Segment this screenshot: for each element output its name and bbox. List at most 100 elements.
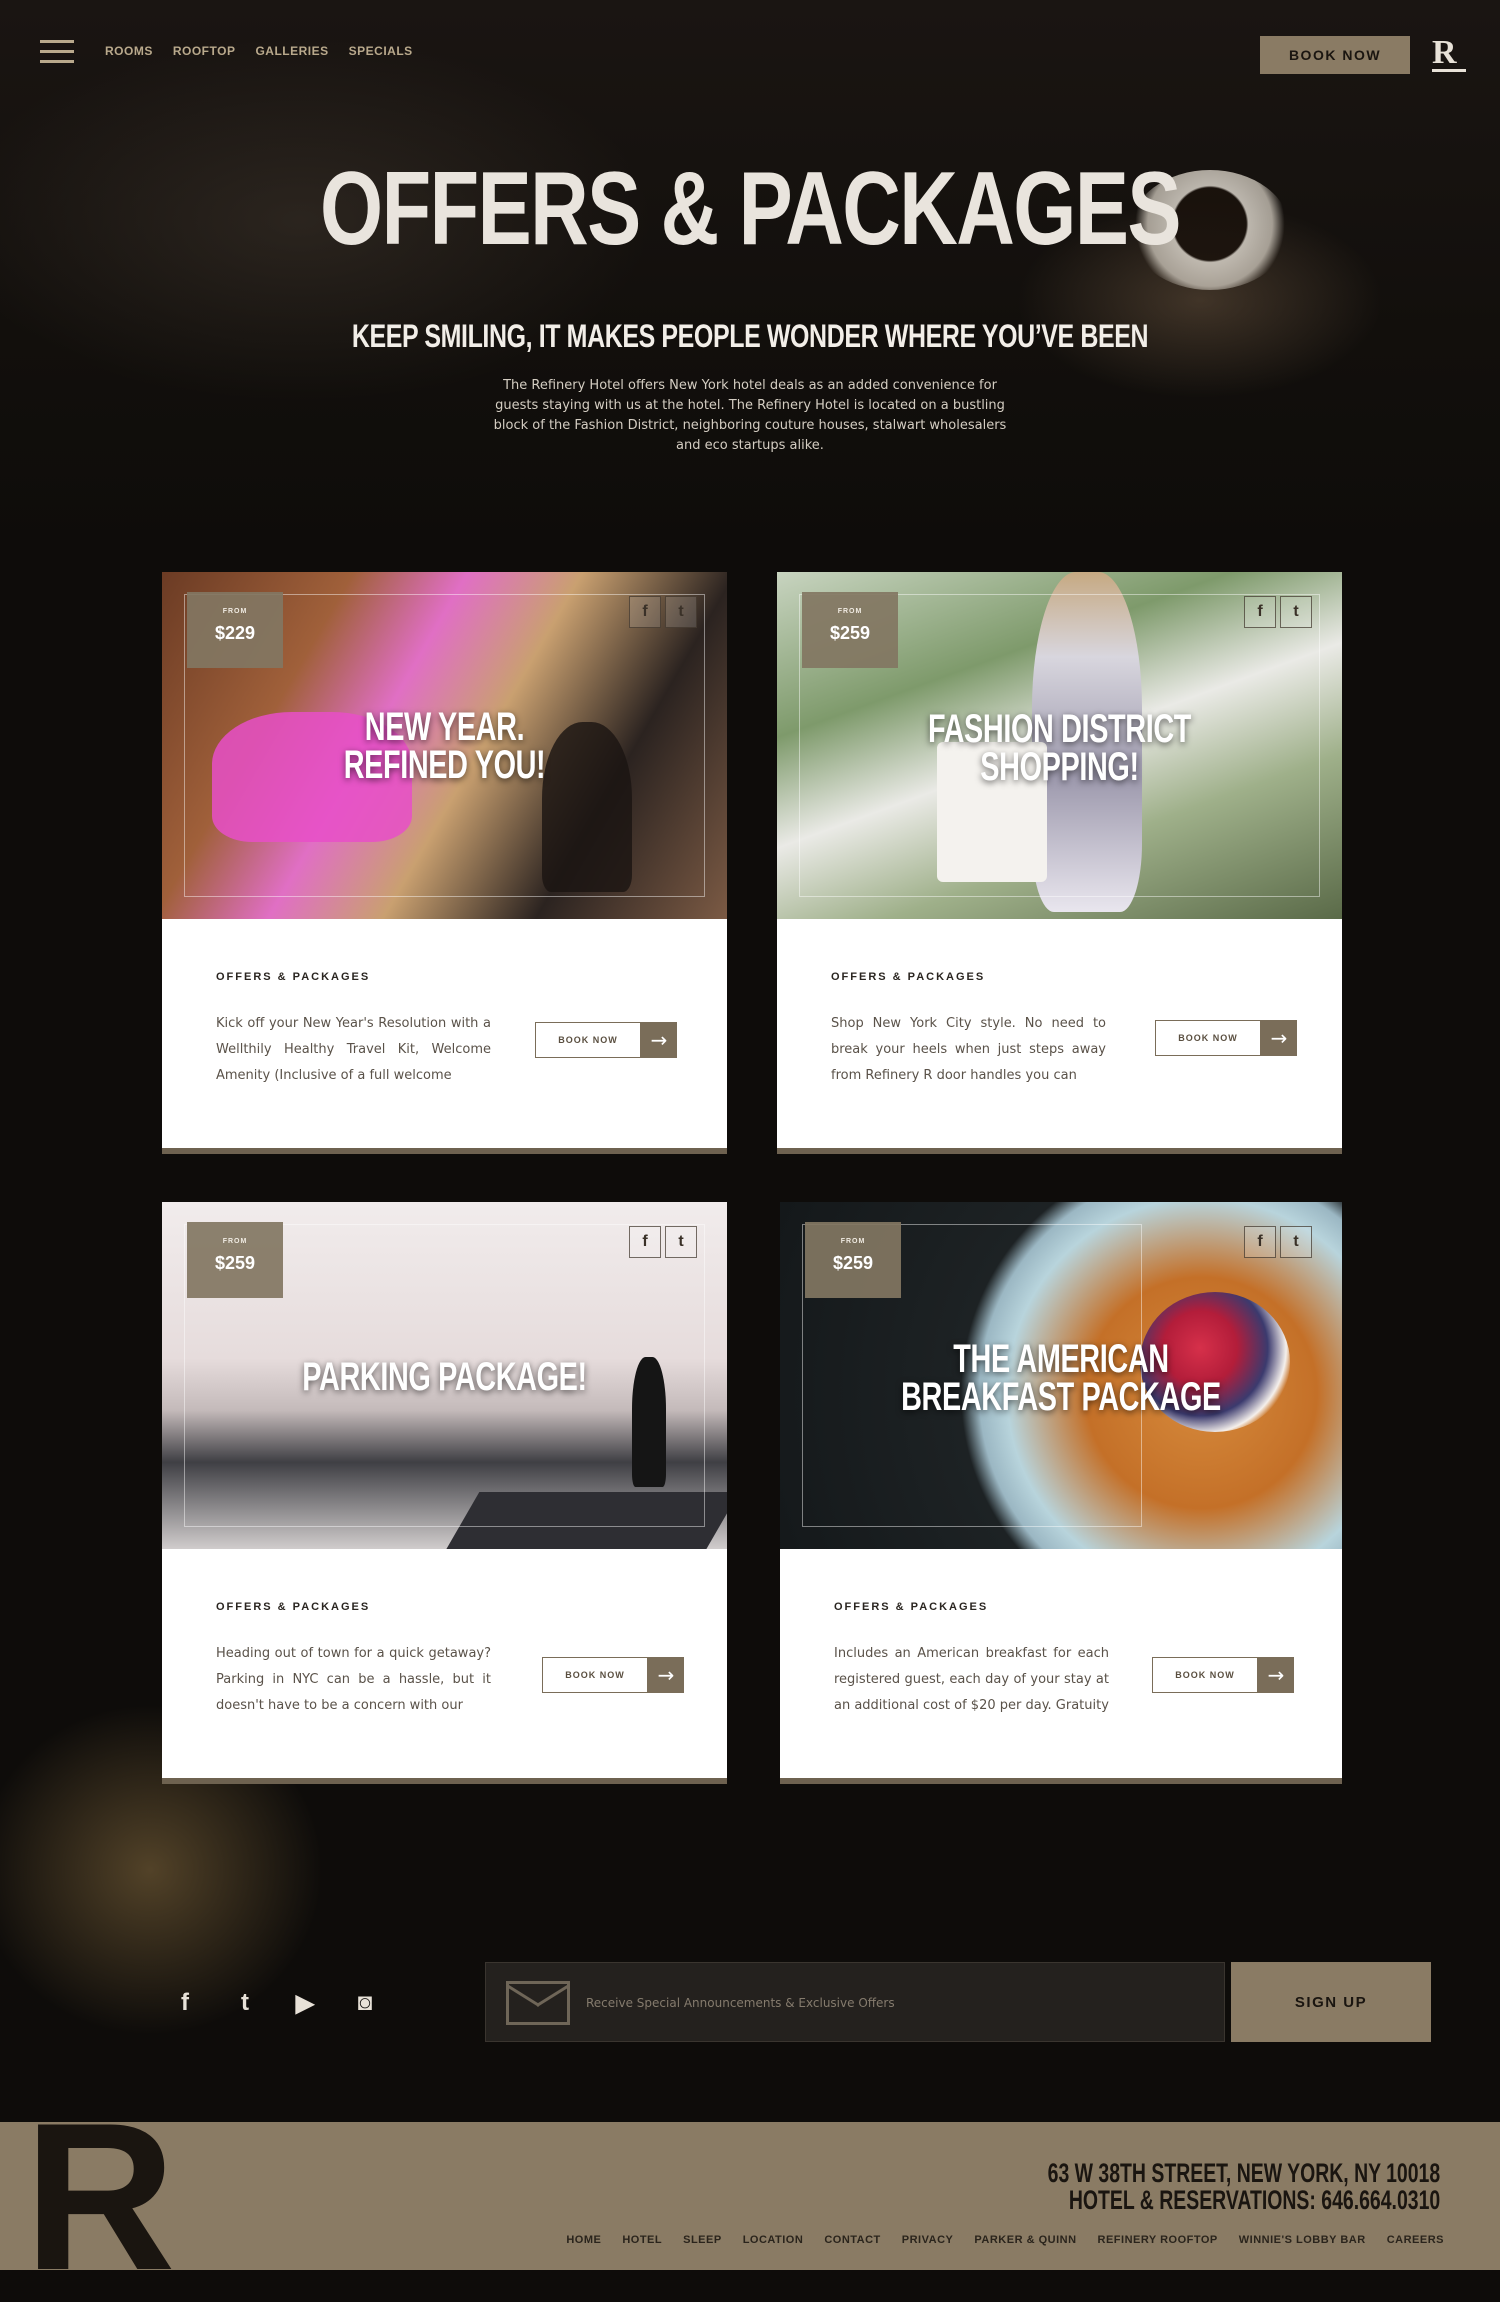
offer-title-line2: REFINED YOU!	[343, 743, 546, 787]
offer-title: NEW YEAR. REFINED YOU!	[241, 705, 648, 787]
twitter-icon[interactable]: t	[665, 596, 697, 628]
bottom-strip	[0, 2270, 1500, 2302]
facebook-icon[interactable]: f	[170, 1988, 200, 2018]
twitter-icon[interactable]: t	[665, 1226, 697, 1258]
price-badge: FROM $259	[187, 1222, 283, 1298]
twitter-icon[interactable]: t	[1280, 596, 1312, 628]
signup-button[interactable]: SIGN UP	[1231, 1962, 1431, 2042]
offer-card-fashion: FROM $259 f t FASHION DISTRICT SHOPPING!…	[777, 572, 1342, 1154]
offer-label: OFFERS & PACKAGES	[831, 971, 986, 983]
offer-body: OFFERS & PACKAGES Kick off your New Year…	[162, 919, 727, 1148]
footer-nav-careers[interactable]: CAREERS	[1387, 2234, 1444, 2246]
footer-nav-sleep[interactable]: SLEEP	[683, 2234, 722, 2246]
page-title: OFFERS & PACKAGES	[320, 151, 1181, 267]
offer-label: OFFERS & PACKAGES	[216, 1601, 371, 1613]
footer-nav-privacy[interactable]: PRIVACY	[902, 2234, 954, 2246]
price-from-label: FROM	[840, 1238, 866, 1245]
offer-book-label: BOOK NOW	[542, 1657, 648, 1693]
share-icons: f t	[629, 596, 697, 628]
facebook-icon[interactable]: f	[1244, 596, 1276, 628]
footer-nav-winnies-lobby-bar[interactable]: WINNIE'S LOBBY BAR	[1239, 2234, 1366, 2246]
top-nav: ROOMS ROOFTOP GALLERIES SPECIALS	[105, 44, 413, 58]
reservations-line: HOTEL & RESERVATIONS: 646.664.0310	[1068, 2185, 1440, 2215]
nav-specials[interactable]: SPECIALS	[349, 44, 413, 58]
offer-description: Kick off your New Year's Resolution with…	[216, 1016, 491, 1083]
facebook-icon[interactable]: f	[629, 1226, 661, 1258]
facebook-icon[interactable]: f	[629, 596, 661, 628]
offer-description: Heading out of town for a quick getaway?…	[216, 1646, 491, 1713]
footer: R 63 W 38TH STREET, NEW YORK, NY 10018 H…	[0, 2092, 1500, 2302]
footer-social: f t ▶ ◙	[170, 1988, 380, 2018]
footer-nav-location[interactable]: LOCATION	[743, 2234, 804, 2246]
book-now-button[interactable]: BOOK NOW	[1260, 36, 1410, 74]
offer-book-label: BOOK NOW	[1155, 1020, 1261, 1056]
page-description: The Refinery Hotel offers New York hotel…	[493, 378, 1007, 453]
footer-nav: HOME HOTEL SLEEP LOCATION CONTACT PRIVAC…	[566, 2234, 1444, 2246]
offer-title: PARKING PACKAGE!	[241, 1355, 648, 1399]
footer-nav-refinery-rooftop[interactable]: REFINERY ROOFTOP	[1098, 2234, 1218, 2246]
price-amount: $259	[832, 1253, 874, 1273]
refinery-logo[interactable]: R	[1432, 34, 1466, 72]
offer-label: OFFERS & PACKAGES	[216, 971, 371, 983]
arrow-right-icon: →	[1258, 1657, 1294, 1693]
footer-nav-contact[interactable]: CONTACT	[824, 2234, 880, 2246]
page-subtitle: KEEP SMILING, IT MAKES PEOPLE WONDER WHE…	[351, 318, 1149, 354]
offer-title-line1: THE AMERICAN	[953, 1337, 1169, 1381]
arrow-right-icon: →	[1261, 1020, 1297, 1056]
facebook-icon[interactable]: f	[1244, 1226, 1276, 1258]
price-amount: $229	[214, 623, 256, 643]
arrow-right-icon: →	[648, 1657, 684, 1693]
price-from-label: FROM	[222, 608, 248, 615]
offer-title-line1: FASHION DISTRICT	[927, 707, 1192, 751]
nav-rooftop[interactable]: ROOFTOP	[173, 44, 236, 58]
twitter-icon[interactable]: t	[230, 1988, 260, 2018]
offer-image-waffle: FROM $259 f t THE AMERICAN BREAKFAST PAC…	[780, 1202, 1342, 1549]
offer-body: OFFERS & PACKAGES Shop New York City sty…	[777, 919, 1342, 1148]
hero-background	[0, 0, 1500, 560]
offer-image-street: FROM $259 f t PARKING PACKAGE!	[162, 1202, 727, 1549]
offer-title-line1: NEW YEAR.	[364, 705, 525, 749]
share-icons: f t	[1244, 596, 1312, 628]
offer-body: OFFERS & PACKAGES Includes an American b…	[780, 1549, 1342, 1778]
menu-icon[interactable]	[40, 40, 74, 64]
price-from-label: FROM	[222, 1238, 248, 1245]
offer-card-parking: FROM $259 f t PARKING PACKAGE! OFFERS & …	[162, 1202, 727, 1784]
offer-title: THE AMERICAN BREAKFAST PACKAGE	[859, 1337, 1264, 1419]
price-amount: $259	[214, 1253, 256, 1273]
arrow-right-icon: →	[641, 1022, 677, 1058]
offer-book-button[interactable]: BOOK NOW →	[1155, 1020, 1297, 1056]
newsletter-email-input[interactable]	[586, 1983, 1186, 2023]
offer-card-breakfast: FROM $259 f t THE AMERICAN BREAKFAST PAC…	[780, 1202, 1342, 1784]
address-line: 63 W 38TH STREET, NEW YORK, NY 10018	[1047, 2158, 1440, 2188]
footer-logo[interactable]: R	[24, 2092, 176, 2302]
offer-book-label: BOOK NOW	[1152, 1657, 1258, 1693]
price-badge: FROM $229	[187, 592, 283, 668]
offer-description: Shop New York City style. No need to bre…	[831, 1016, 1106, 1083]
offer-title-line1: PARKING PACKAGE!	[302, 1355, 587, 1399]
offer-book-label: BOOK NOW	[535, 1022, 641, 1058]
newsletter-box	[485, 1962, 1225, 2042]
offer-book-button[interactable]: BOOK NOW →	[542, 1657, 684, 1693]
offer-book-button[interactable]: BOOK NOW →	[1152, 1657, 1294, 1693]
twitter-icon[interactable]: t	[1280, 1226, 1312, 1258]
offer-title-line2: BREAKFAST PACKAGE	[901, 1375, 1221, 1419]
nav-rooms[interactable]: ROOMS	[105, 44, 153, 58]
youtube-icon[interactable]: ▶	[290, 1988, 320, 2018]
price-amount: $259	[829, 623, 871, 643]
footer-nav-parker-quinn[interactable]: PARKER & QUINN	[974, 2234, 1076, 2246]
offer-body: OFFERS & PACKAGES Heading out of town fo…	[162, 1549, 727, 1778]
offer-title: FASHION DISTRICT SHOPPING!	[856, 707, 1263, 787]
offer-image-cycling: FROM $229 f t NEW YEAR. REFINED YOU!	[162, 572, 727, 919]
offer-image-shopping: FROM $259 f t FASHION DISTRICT SHOPPING!	[777, 572, 1342, 919]
instagram-icon[interactable]: ◙	[350, 1988, 380, 2018]
footer-nav-hotel[interactable]: HOTEL	[622, 2234, 662, 2246]
envelope-icon	[506, 1981, 570, 2025]
footer-nav-home[interactable]: HOME	[566, 2234, 601, 2246]
offer-label: OFFERS & PACKAGES	[834, 1601, 989, 1613]
share-icons: f t	[1244, 1226, 1312, 1258]
offer-card-new-year: FROM $229 f t NEW YEAR. REFINED YOU! OFF…	[162, 572, 727, 1154]
price-from-label: FROM	[837, 608, 863, 615]
offer-book-button[interactable]: BOOK NOW →	[535, 1022, 677, 1058]
nav-galleries[interactable]: GALLERIES	[255, 44, 328, 58]
price-badge: FROM $259	[802, 592, 898, 668]
